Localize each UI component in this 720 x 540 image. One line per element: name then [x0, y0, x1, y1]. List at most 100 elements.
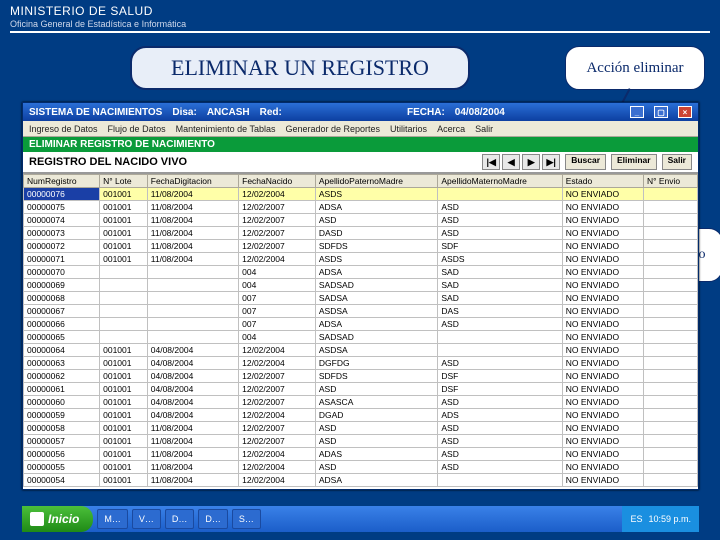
column-header[interactable]: FechaDigitacion: [147, 175, 238, 188]
menu-item[interactable]: Mantenimiento de Tablas: [176, 124, 276, 134]
start-button[interactable]: Inicio: [22, 506, 93, 532]
cell[interactable]: [643, 214, 697, 227]
grid-container[interactable]: NumRegistroN° LoteFechaDigitacionFechaNa…: [23, 173, 698, 489]
cell[interactable]: 11/08/2004: [147, 214, 238, 227]
cell[interactable]: 001001: [100, 240, 148, 253]
cell[interactable]: [643, 435, 697, 448]
cell[interactable]: [643, 305, 697, 318]
table-row[interactable]: 0000007600100111/08/200412/02/2004ASDSNO…: [24, 188, 698, 201]
cell[interactable]: [643, 318, 697, 331]
cell[interactable]: 12/02/2004: [239, 448, 316, 461]
cell[interactable]: 12/02/2004: [239, 461, 316, 474]
cell[interactable]: ASD: [438, 214, 562, 227]
cell[interactable]: 12/02/2007: [239, 240, 316, 253]
cell[interactable]: NO ENVIADO: [562, 357, 643, 370]
cell[interactable]: DSF: [438, 370, 562, 383]
table-row[interactable]: 0000006200100104/08/200412/02/2007SDFDSD…: [24, 370, 698, 383]
column-header[interactable]: Estado: [562, 175, 643, 188]
cell[interactable]: ASD: [315, 435, 437, 448]
cell[interactable]: 001001: [100, 448, 148, 461]
cell[interactable]: 00000060: [24, 396, 100, 409]
cell[interactable]: 00000067: [24, 305, 100, 318]
table-row[interactable]: 0000005800100111/08/200412/02/2007ASDASD…: [24, 422, 698, 435]
cell[interactable]: 00000073: [24, 227, 100, 240]
cell[interactable]: NO ENVIADO: [562, 370, 643, 383]
cell[interactable]: ASD: [438, 227, 562, 240]
column-header[interactable]: NumRegistro: [24, 175, 100, 188]
cell[interactable]: [643, 188, 697, 201]
cell[interactable]: [438, 344, 562, 357]
cell[interactable]: 00000058: [24, 422, 100, 435]
cell[interactable]: 11/08/2004: [147, 448, 238, 461]
cell[interactable]: [100, 292, 148, 305]
cell[interactable]: ASDSA: [315, 305, 437, 318]
cell[interactable]: DGAD: [315, 409, 437, 422]
cell[interactable]: [147, 318, 238, 331]
table-row[interactable]: 00000068007SADSASADNO ENVIADO: [24, 292, 698, 305]
column-header[interactable]: FechaNacido: [239, 175, 316, 188]
cell[interactable]: 12/02/2007: [239, 396, 316, 409]
cell[interactable]: 00000062: [24, 370, 100, 383]
cell[interactable]: 001001: [100, 253, 148, 266]
cell[interactable]: SDF: [438, 240, 562, 253]
cell[interactable]: [643, 461, 697, 474]
cell[interactable]: NO ENVIADO: [562, 331, 643, 344]
table-row[interactable]: 00000069004SADSADSADNO ENVIADO: [24, 279, 698, 292]
cell[interactable]: [643, 344, 697, 357]
table-row[interactable]: 0000006000100104/08/200412/02/2007ASASCA…: [24, 396, 698, 409]
window-minimize-button[interactable]: _: [630, 106, 644, 118]
cell[interactable]: 12/02/2004: [239, 253, 316, 266]
cell[interactable]: [147, 305, 238, 318]
taskbar-item[interactable]: V…: [132, 509, 161, 529]
cell[interactable]: DSF: [438, 383, 562, 396]
cell[interactable]: ASD: [315, 383, 437, 396]
cell[interactable]: 00000072: [24, 240, 100, 253]
cell[interactable]: 001001: [100, 227, 148, 240]
cell[interactable]: 001001: [100, 214, 148, 227]
cell[interactable]: 04/08/2004: [147, 370, 238, 383]
cell[interactable]: ASD: [315, 461, 437, 474]
cell[interactable]: NO ENVIADO: [562, 383, 643, 396]
table-row[interactable]: 0000005600100111/08/200412/02/2004ADASAS…: [24, 448, 698, 461]
cell[interactable]: NO ENVIADO: [562, 240, 643, 253]
nav-first-button[interactable]: |◀: [482, 154, 500, 170]
cell[interactable]: 04/08/2004: [147, 409, 238, 422]
cell[interactable]: SDFDS: [315, 240, 437, 253]
cell[interactable]: [643, 253, 697, 266]
cell[interactable]: 001001: [100, 383, 148, 396]
cell[interactable]: [100, 266, 148, 279]
cell[interactable]: NO ENVIADO: [562, 318, 643, 331]
cell[interactable]: 12/02/2007: [239, 227, 316, 240]
table-row[interactable]: 00000065004SADSADNO ENVIADO: [24, 331, 698, 344]
column-header[interactable]: N° Lote: [100, 175, 148, 188]
table-row[interactable]: 00000066007ADSAASDNO ENVIADO: [24, 318, 698, 331]
cell[interactable]: [147, 266, 238, 279]
cell[interactable]: 00000068: [24, 292, 100, 305]
column-header[interactable]: N° Envio: [643, 175, 697, 188]
cell[interactable]: 004: [239, 266, 316, 279]
cell[interactable]: 00000074: [24, 214, 100, 227]
cell[interactable]: 12/02/2004: [239, 357, 316, 370]
nav-last-button[interactable]: ▶|: [542, 154, 560, 170]
window-close-button[interactable]: ×: [678, 106, 692, 118]
cell[interactable]: ASD: [438, 448, 562, 461]
cell[interactable]: ASD: [315, 214, 437, 227]
cell[interactable]: ADAS: [315, 448, 437, 461]
cell[interactable]: 00000076: [24, 188, 100, 201]
cell[interactable]: SAD: [438, 266, 562, 279]
cell[interactable]: 001001: [100, 357, 148, 370]
cell[interactable]: [643, 422, 697, 435]
table-row[interactable]: 0000007100100111/08/200412/02/2004ASDSAS…: [24, 253, 698, 266]
eliminar-button[interactable]: Eliminar: [611, 154, 657, 170]
menu-item[interactable]: Generador de Reportes: [285, 124, 380, 134]
cell[interactable]: 001001: [100, 461, 148, 474]
cell[interactable]: NO ENVIADO: [562, 344, 643, 357]
cell[interactable]: NO ENVIADO: [562, 448, 643, 461]
buscar-button[interactable]: Buscar: [565, 154, 606, 170]
cell[interactable]: ADSA: [315, 201, 437, 214]
cell[interactable]: 007: [239, 292, 316, 305]
salir-button[interactable]: Salir: [662, 154, 692, 170]
cell[interactable]: [643, 357, 697, 370]
cell[interactable]: 00000065: [24, 331, 100, 344]
cell[interactable]: NO ENVIADO: [562, 292, 643, 305]
